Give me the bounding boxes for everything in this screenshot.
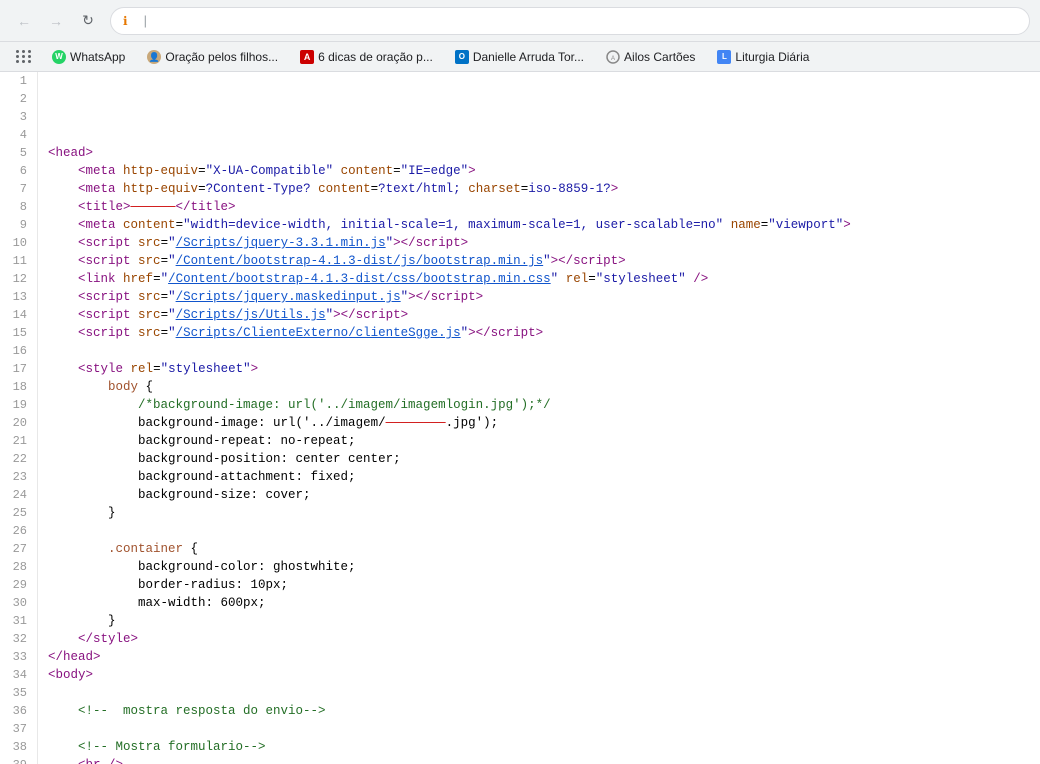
- oracao-icon: 👤: [147, 50, 161, 64]
- code-line-22: background-position: center center;: [48, 450, 1030, 468]
- bookmark-ailos[interactable]: A Ailos Cartões: [598, 48, 703, 66]
- code-content: ​​​​<head> <meta http-equiv="X-UA-Compat…: [38, 72, 1040, 764]
- code-line-31: }: [48, 612, 1030, 630]
- code-line-15: <script src="/Scripts/ClienteExterno/cli…: [48, 324, 1030, 342]
- code-line-3: ​: [48, 108, 1030, 126]
- browser-toolbar: ← → ↻ ℹ |: [0, 0, 1040, 42]
- code-line-14: <script src="/Scripts/js/Utils.js"></scr…: [48, 306, 1030, 324]
- line-numbers: 1234567891011121314151617181920212223242…: [0, 72, 38, 764]
- ailos-icon: A: [606, 50, 620, 64]
- back-button[interactable]: ←: [10, 7, 38, 35]
- code-line-37: ​: [48, 720, 1030, 738]
- code-line-12: <link href="/Content/bootstrap-4.1.3-dis…: [48, 270, 1030, 288]
- code-line-8: <title>——————</title>: [48, 198, 1030, 216]
- code-line-16: ​: [48, 342, 1030, 360]
- code-line-24: background-size: cover;: [48, 486, 1030, 504]
- bookmark-oracao-label: Oração pelos filhos...: [165, 50, 278, 64]
- forward-button[interactable]: →: [42, 7, 70, 35]
- apps-grid-icon: [16, 50, 28, 63]
- bookmark-6dicas-label: 6 dicas de oração p...: [318, 50, 433, 64]
- code-line-30: max-width: 600px;: [48, 594, 1030, 612]
- code-line-1: ​: [48, 72, 1030, 90]
- bookmark-whatsapp-label: WhatsApp: [70, 50, 125, 64]
- address-bar[interactable]: ℹ |: [110, 7, 1030, 35]
- code-line-11: <script src="/Content/bootstrap-4.1.3-di…: [48, 252, 1030, 270]
- code-line-36: <!-- mostra resposta do envio-->: [48, 702, 1030, 720]
- code-line-20: background-image: url('../imagem/———————…: [48, 414, 1030, 432]
- bookmark-liturgia-label: Liturgia Diária: [735, 50, 809, 64]
- code-line-17: <style rel="stylesheet">: [48, 360, 1030, 378]
- code-line-23: background-attachment: fixed;: [48, 468, 1030, 486]
- code-line-5: <head>: [48, 144, 1030, 162]
- bookmark-danielle-label: Danielle Arruda Tor...: [473, 50, 584, 64]
- code-line-4: ​: [48, 126, 1030, 144]
- code-line-6: <meta http-equiv="X-UA-Compatible" conte…: [48, 162, 1030, 180]
- bookmark-danielle[interactable]: O Danielle Arruda Tor...: [447, 48, 592, 66]
- bookmark-6dicas[interactable]: A 6 dicas de oração p...: [292, 48, 441, 66]
- code-line-27: .container {: [48, 540, 1030, 558]
- code-line-29: border-radius: 10px;: [48, 576, 1030, 594]
- code-line-25: }: [48, 504, 1030, 522]
- code-line-19: /*background-image: url('../imagem/image…: [48, 396, 1030, 414]
- bookmarks-bar: W WhatsApp 👤 Oração pelos filhos... A 6 …: [0, 42, 1040, 72]
- code-line-21: background-repeat: no-repeat;: [48, 432, 1030, 450]
- code-line-10: <script src="/Scripts/jquery-3.3.1.min.j…: [48, 234, 1030, 252]
- code-line-26: ​: [48, 522, 1030, 540]
- code-line-18: body {: [48, 378, 1030, 396]
- security-icon: ℹ: [123, 14, 128, 28]
- whatsapp-icon: W: [52, 50, 66, 64]
- reload-button[interactable]: ↻: [74, 7, 102, 35]
- liturgia-icon: L: [717, 50, 731, 64]
- svg-text:A: A: [611, 56, 615, 62]
- code-line-7: <meta http-equiv=?Content-Type? content=…: [48, 180, 1030, 198]
- code-line-33: </head>: [48, 648, 1030, 666]
- code-line-9: <meta content="width=device-width, initi…: [48, 216, 1030, 234]
- nav-buttons: ← → ↻: [10, 7, 102, 35]
- apps-button[interactable]: [10, 48, 38, 65]
- code-line-34: <body>: [48, 666, 1030, 684]
- code-line-38: <!-- Mostra formulario-->: [48, 738, 1030, 756]
- url-separator: |: [144, 13, 147, 28]
- bookmark-oracao[interactable]: 👤 Oração pelos filhos...: [139, 48, 286, 66]
- source-view[interactable]: 1234567891011121314151617181920212223242…: [0, 72, 1040, 764]
- bookmark-liturgia[interactable]: L Liturgia Diária: [709, 48, 817, 66]
- outlook-icon: O: [455, 50, 469, 64]
- bookmark-whatsapp[interactable]: W WhatsApp: [44, 48, 133, 66]
- code-line-39: <br />: [48, 756, 1030, 764]
- code-line-13: <script src="/Scripts/jquery.maskedinput…: [48, 288, 1030, 306]
- code-line-2: ​: [48, 90, 1030, 108]
- 6dicas-icon: A: [300, 50, 314, 64]
- code-line-28: background-color: ghostwhite;: [48, 558, 1030, 576]
- code-line-35: ​: [48, 684, 1030, 702]
- bookmark-ailos-label: Ailos Cartões: [624, 50, 695, 64]
- code-line-32: </style>: [48, 630, 1030, 648]
